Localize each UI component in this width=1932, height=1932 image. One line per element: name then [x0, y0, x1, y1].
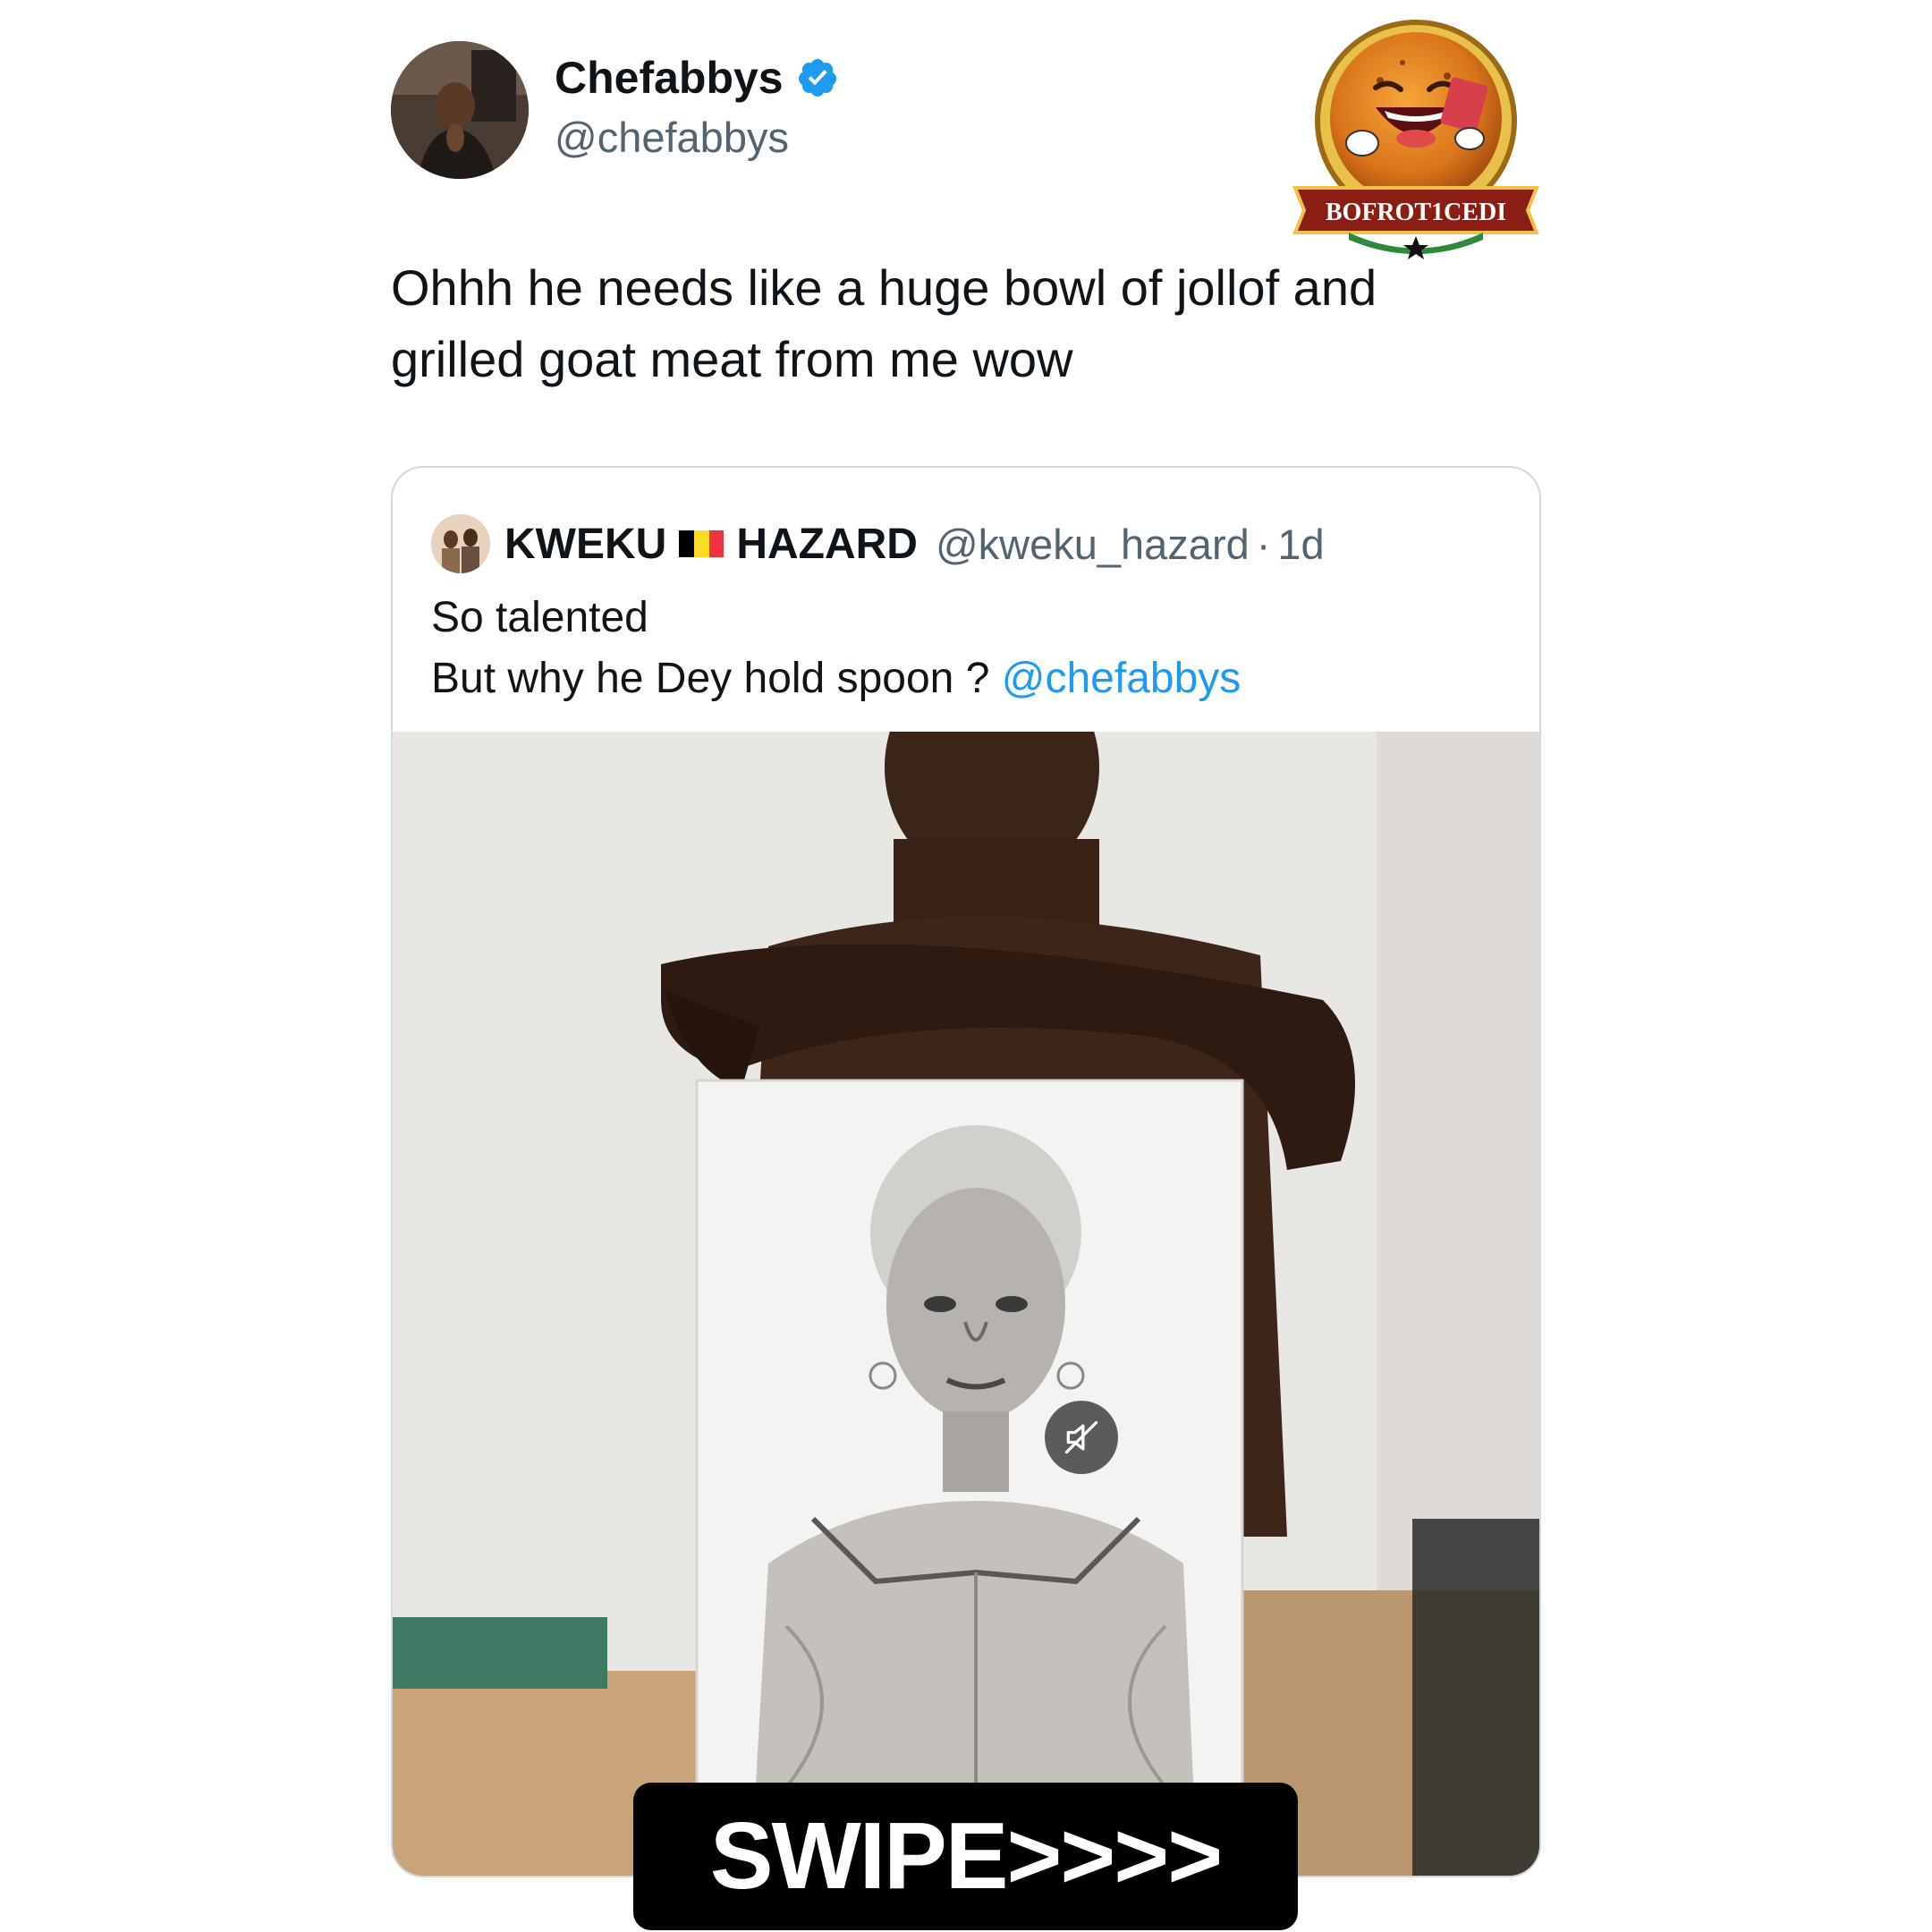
quoted-author-handle[interactable]: @kweku_hazard [936, 520, 1250, 569]
author-handle[interactable]: @chefabbys [555, 113, 789, 162]
tweet-text-line-1: Ohhh he needs like a huge bowl of jollof… [391, 259, 1377, 316]
swipe-banner: SWIPE>>>> [633, 1783, 1298, 1930]
muted-speaker-icon [1064, 1420, 1098, 1454]
author-avatar[interactable] [391, 41, 529, 179]
tweet-text: Ohhh he needs like a huge bowl of jollof… [391, 252, 1554, 395]
quoted-text-line-2: But why he Dey hold spoon ? @chefabbys [431, 654, 1241, 703]
quoted-author-avatar[interactable] [431, 514, 490, 573]
logo-text: BOFROT1CEDI [1326, 199, 1506, 226]
mention-link[interactable]: @chefabbys [1002, 655, 1241, 702]
tweet-text-line-2: grilled goat meat from me wow [391, 331, 1073, 387]
quoted-tweet-card[interactable]: KWEKU HAZARD @kweku_hazard · 1d So talen… [391, 466, 1541, 1877]
belgium-flag-icon [679, 530, 724, 557]
quoted-media-video[interactable] [393, 732, 1539, 1876]
quoted-author-name-part1[interactable]: KWEKU [504, 520, 666, 569]
author-avatar-image [391, 41, 529, 179]
quoted-tweet-header: KWEKU HAZARD @kweku_hazard · 1d [431, 513, 1325, 575]
bofrot-logo: BOFROT1CEDI [1286, 18, 1546, 259]
video-frame-image [393, 732, 1539, 1876]
quoted-separator: · [1256, 520, 1271, 568]
mute-toggle-button[interactable] [1045, 1401, 1118, 1474]
verified-badge-icon [798, 59, 836, 97]
quoted-author-name-part2[interactable]: HAZARD [736, 520, 918, 569]
author-name-text[interactable]: Chefabbys [555, 52, 784, 104]
author-display-name[interactable]: Chefabbys [555, 52, 839, 104]
quoted-text-line-2-prefix: But why he Dey hold spoon ? [431, 655, 1002, 702]
quoted-text-line-1: So talented [431, 594, 648, 641]
quoted-timestamp[interactable]: 1d [1277, 520, 1324, 569]
swipe-label: SWIPE>>>> [709, 1803, 1223, 1909]
